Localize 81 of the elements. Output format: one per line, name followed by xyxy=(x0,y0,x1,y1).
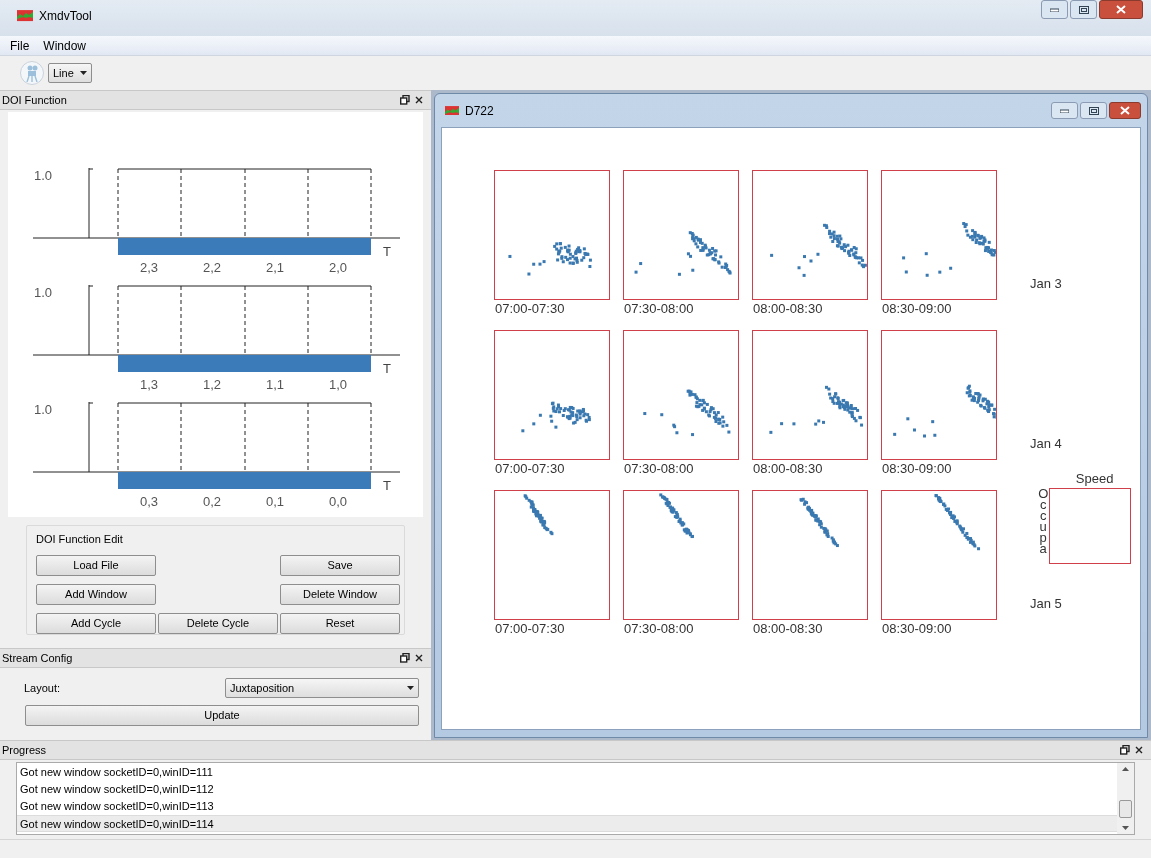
time-label: 08:00-08:30 xyxy=(752,301,824,317)
float-icon[interactable] xyxy=(400,653,410,663)
segment-label: 0,1 xyxy=(265,494,285,509)
segment-label: 2,2 xyxy=(202,260,222,275)
dock-title: DOI Function xyxy=(2,92,67,108)
date-label: Jan 3 xyxy=(1030,275,1062,293)
close-icon[interactable] xyxy=(415,654,423,662)
maximize-button[interactable] xyxy=(1070,0,1097,19)
minimize-icon xyxy=(1050,7,1059,12)
log-line[interactable]: Got new window socketID=0,winID=112 xyxy=(17,781,1117,798)
maximize-button[interactable] xyxy=(1080,102,1107,119)
date-label: Jan 4 xyxy=(1030,435,1062,453)
y-axis-label: 1.0 xyxy=(34,402,53,417)
group-title: DOI Function Edit xyxy=(36,532,124,547)
edit-button[interactable]: Add Window xyxy=(36,583,156,605)
close-icon xyxy=(1116,5,1126,14)
scrollbar[interactable] xyxy=(1117,763,1134,834)
y-axis-label: 1.0 xyxy=(34,168,53,183)
segment-label: 1,2 xyxy=(202,377,222,392)
segment-label: 1,0 xyxy=(328,377,348,392)
close-icon[interactable] xyxy=(1135,746,1143,754)
legend-x-label: Speed xyxy=(1075,471,1114,487)
time-label: 07:00-07:30 xyxy=(494,461,566,477)
close-button[interactable] xyxy=(1099,0,1143,19)
edit-button[interactable]: Add Cycle xyxy=(36,612,156,634)
layout-dropdown[interactable]: Juxtaposition xyxy=(225,678,419,698)
segment-label: 2,0 xyxy=(328,260,348,275)
time-label: 08:30-09:00 xyxy=(881,301,953,317)
edit-button[interactable]: Delete Cycle xyxy=(158,612,278,634)
time-label: 08:00-08:30 xyxy=(752,621,824,637)
legend-y-label: Occupa xyxy=(1038,488,1049,554)
maximize-icon xyxy=(1078,5,1089,14)
menu-item[interactable]: Window xyxy=(41,36,89,55)
dock-title: Stream Config xyxy=(2,650,73,666)
dock-title: Progress xyxy=(2,742,47,758)
axis-label: T xyxy=(383,361,391,376)
time-label: 08:30-09:00 xyxy=(881,461,953,477)
edit-button[interactable]: Reset xyxy=(280,612,400,634)
app-logo-icon xyxy=(445,105,459,116)
edit-button[interactable]: Load File xyxy=(36,554,156,576)
segment-label: 2,1 xyxy=(265,260,285,275)
minimize-icon xyxy=(1060,108,1069,113)
time-label: 07:30-08:00 xyxy=(623,621,695,637)
scroll-thumb[interactable] xyxy=(1119,799,1132,818)
mode-dropdown[interactable]: Line xyxy=(48,63,92,83)
scroll-up-icon[interactable] xyxy=(1122,767,1129,771)
axis-label: T xyxy=(383,244,391,259)
layout-label: Layout: xyxy=(24,680,61,696)
window-title: D722 xyxy=(465,102,494,120)
segment-label: 1,1 xyxy=(265,377,285,392)
axis-label: T xyxy=(383,478,391,493)
app-logo-icon xyxy=(17,10,33,22)
date-label: Jan 5 xyxy=(1030,595,1062,613)
edit-button[interactable]: Delete Window xyxy=(280,583,400,605)
update-button[interactable]: Update xyxy=(25,705,419,726)
time-label: 07:30-08:00 xyxy=(623,461,695,477)
maximize-icon xyxy=(1088,106,1099,115)
segment-label: 0,2 xyxy=(202,494,222,509)
segment-label: 0,0 xyxy=(328,494,348,509)
time-label: 07:00-07:30 xyxy=(494,621,566,637)
y-axis-label: 1.0 xyxy=(34,285,53,300)
time-label: 07:00-07:30 xyxy=(494,301,566,317)
float-icon[interactable] xyxy=(400,95,410,105)
close-icon[interactable] xyxy=(415,96,423,104)
time-label: 08:00-08:30 xyxy=(752,461,824,477)
caret-icon xyxy=(79,71,87,75)
close-icon xyxy=(1120,106,1130,115)
time-label: 08:30-09:00 xyxy=(881,621,953,637)
edit-button[interactable]: Save xyxy=(280,554,400,576)
segment-label: 1,3 xyxy=(139,377,159,392)
segment-label: 0,3 xyxy=(139,494,159,509)
caret-icon xyxy=(407,686,414,690)
window-title: XmdvTool xyxy=(39,8,92,25)
menu-item[interactable]: File xyxy=(8,36,32,55)
time-label: 07:30-08:00 xyxy=(623,301,695,317)
close-button[interactable] xyxy=(1109,102,1141,119)
float-icon[interactable] xyxy=(1120,745,1130,755)
log-line[interactable]: Got new window socketID=0,winID=111 xyxy=(17,764,1117,781)
scroll-down-icon[interactable] xyxy=(1122,826,1129,830)
log-line[interactable]: Got new window socketID=0,winID=113 xyxy=(17,798,1117,815)
segment-label: 2,3 xyxy=(139,260,159,275)
